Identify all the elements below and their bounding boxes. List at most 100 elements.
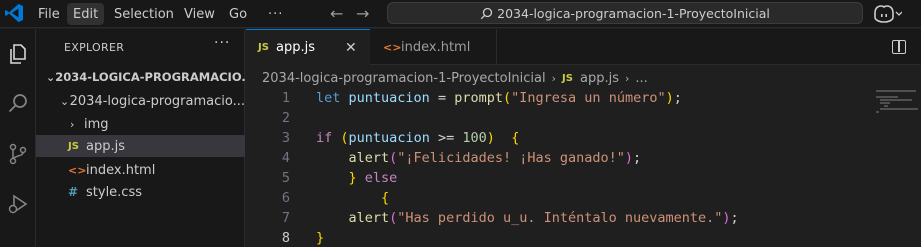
- line-number: 2: [281, 110, 290, 126]
- html-file-icon: <>: [383, 40, 402, 54]
- tree-item-label: app.js: [86, 138, 125, 154]
- search-icon[interactable]: [6, 92, 30, 116]
- minimap[interactable]: [876, 88, 920, 128]
- explorer-panel: EXPLORER ··· ⌄ 2034-LOGICA-PROGRAMACIO..…: [36, 29, 245, 247]
- code-line: 1 let puntuacion = prompt("Ingresa un nú…: [246, 88, 866, 108]
- source-control-icon[interactable]: [6, 142, 30, 166]
- breadcrumb-folder[interactable]: 2034-logica-programacion-1-ProyectoInici…: [262, 71, 546, 86]
- line-number: 8: [281, 230, 290, 246]
- javascript-file-icon: JS: [258, 42, 269, 53]
- chevron-down-icon: ⌄: [46, 70, 56, 84]
- command-center-search[interactable]: 2034-logica-programacion-1-ProyectoInici…: [387, 2, 863, 24]
- line-number: 4: [281, 150, 290, 166]
- line-number: 5: [281, 170, 290, 186]
- close-icon[interactable]: ✕: [345, 40, 357, 56]
- javascript-file-icon: JS: [562, 72, 573, 84]
- code-line: 3 if (puntuacion >= 100) {: [246, 128, 866, 148]
- code-line: 4 alert("¡Felicidades! ¡Has ganado!");: [246, 148, 866, 168]
- tab-index-html[interactable]: <> index.html: [371, 29, 497, 65]
- bracket: (: [503, 90, 512, 106]
- code-token: >: [437, 130, 447, 146]
- chevron-right-icon: ›: [625, 71, 630, 85]
- identifier: puntuacion: [348, 130, 430, 146]
- forward-arrow-icon[interactable]: →: [356, 4, 369, 23]
- tree-item-style-css[interactable]: # style.css: [36, 181, 245, 203]
- bracket: ): [722, 210, 731, 226]
- tree-root-folder[interactable]: ⌄ 2034-LOGICA-PROGRAMACIO...: [36, 66, 245, 88]
- line-number: 1: [281, 90, 290, 106]
- breadcrumb-symbol[interactable]: ...: [635, 71, 647, 86]
- code-line: 5 } else: [246, 168, 866, 188]
- breadcrumb-file[interactable]: app.js: [580, 71, 619, 86]
- tree-item-img-folder[interactable]: › img: [36, 113, 245, 135]
- explorer-files-icon[interactable]: [6, 42, 30, 66]
- bracket: ): [624, 150, 634, 166]
- code-text: let puntuacion = prompt("Ingresa un núme…: [316, 90, 682, 106]
- menu-go[interactable]: Go: [223, 3, 253, 25]
- vscode-logo-icon: [5, 4, 23, 22]
- chevron-down-icon: ⌄: [60, 94, 70, 108]
- run-debug-icon[interactable]: [6, 192, 30, 216]
- number-literal: 100: [462, 130, 487, 146]
- code-line: 6 {: [246, 188, 866, 208]
- search-icon: [480, 7, 493, 19]
- search-text: 2034-logica-programacion-1-ProyectoInici…: [497, 5, 770, 21]
- back-arrow-icon[interactable]: ←: [330, 4, 343, 23]
- tree-root-label: 2034-LOGICA-PROGRAMACIO...: [55, 70, 245, 84]
- bracket: (: [340, 130, 349, 146]
- tree-item-app-js[interactable]: JS app.js: [36, 135, 245, 157]
- code-text: {: [316, 190, 389, 206]
- html-file-icon: <>: [68, 163, 87, 177]
- function-name: alert: [348, 150, 390, 166]
- menu-file[interactable]: File: [32, 3, 66, 25]
- bracket: {: [511, 130, 520, 146]
- split-editor-icon[interactable]: [892, 40, 906, 54]
- tree-item-label: style.css: [86, 184, 142, 200]
- bracket: ): [665, 90, 674, 106]
- tab-label: app.js: [276, 40, 315, 55]
- code-line: 7 alert("Has perdido u_u. Inténtalo nuev…: [246, 208, 866, 228]
- chevron-right-icon: ›: [551, 71, 557, 85]
- menu-selection[interactable]: Selection: [108, 3, 180, 25]
- code-token: ;: [633, 150, 642, 166]
- editor-tabs: JS app.js ✕ <> index.html: [246, 29, 921, 65]
- tree-project-label: 2034-logica-programacio...: [69, 93, 245, 109]
- keyword: if: [316, 130, 333, 146]
- chevron-right-icon: ›: [70, 117, 75, 131]
- code-line: 8 }: [246, 228, 866, 247]
- string-literal: "¡Felicidades! ¡Has ganado!": [397, 150, 625, 166]
- menu-edit[interactable]: Edit: [67, 3, 105, 25]
- code-token: ;: [673, 90, 682, 106]
- bracket: {: [381, 190, 390, 206]
- code-text: } else: [316, 170, 398, 186]
- code-token: =: [437, 90, 447, 106]
- line-number: 6: [281, 190, 290, 206]
- breadcrumb: 2034-logica-programacion-1-ProyectoInici…: [262, 68, 648, 88]
- menu-more-button[interactable]: ···: [262, 3, 289, 25]
- explorer-more-button[interactable]: ···: [214, 35, 230, 51]
- title-bar: File Edit Selection View Go ··· ← → 2034…: [0, 0, 921, 28]
- bracket: }: [316, 230, 325, 246]
- menu-view[interactable]: View: [178, 3, 221, 25]
- code-editor[interactable]: 1 let puntuacion = prompt("Ingresa un nú…: [246, 88, 866, 247]
- code-text: }: [316, 230, 324, 246]
- activity-bar: [0, 29, 36, 247]
- code-line: 2: [246, 108, 866, 128]
- tab-app-js[interactable]: JS app.js ✕: [246, 29, 370, 65]
- copilot-icon[interactable]: [872, 4, 902, 24]
- keyword: else: [364, 170, 398, 186]
- tree-project-folder[interactable]: ⌄ 2034-logica-programacio...: [36, 90, 245, 112]
- tree-item-index-html[interactable]: <> index.html: [36, 159, 245, 181]
- identifier: puntuacion: [348, 90, 430, 106]
- tree-item-label: index.html: [86, 162, 156, 178]
- tree-item-label: img: [84, 116, 109, 132]
- explorer-title: EXPLORER: [64, 41, 125, 54]
